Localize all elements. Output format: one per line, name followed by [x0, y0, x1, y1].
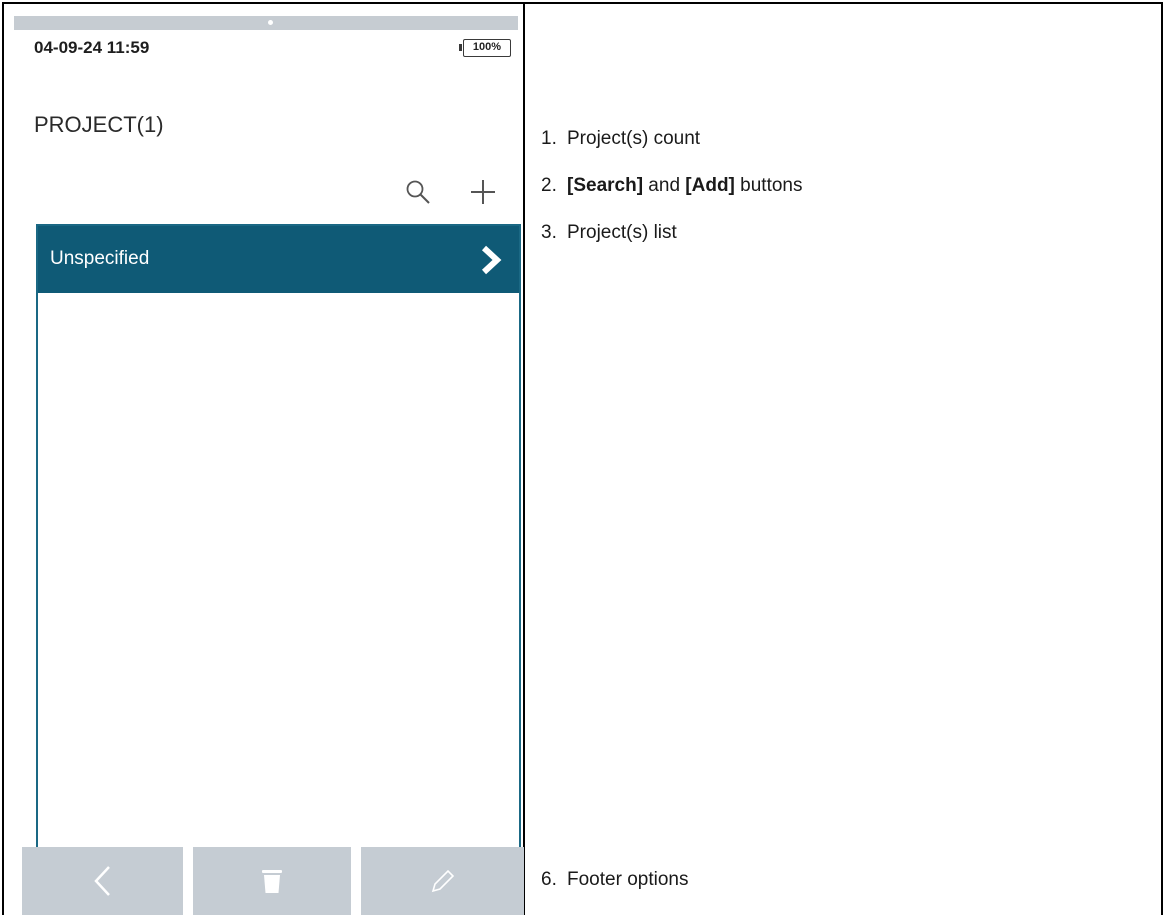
- list-item[interactable]: Unspecified: [38, 226, 519, 293]
- note-project-count: 1. Project(s) count: [541, 128, 701, 149]
- chevron-right-icon: [481, 245, 502, 275]
- edit-button[interactable]: [361, 847, 524, 915]
- note-project-list: 3. Project(s) list: [541, 222, 677, 243]
- device-screenshot: 04-09-24 11:59 100% PROJECT(1) Unspecifi…: [12, 16, 521, 915]
- notification-pull-bar[interactable]: [14, 16, 518, 30]
- project-list: Unspecified: [36, 224, 521, 858]
- add-button[interactable]: [467, 176, 499, 208]
- trash-icon: [262, 870, 282, 893]
- chevron-left-icon: [93, 866, 110, 896]
- status-time: 04-09-24 11:59: [34, 38, 150, 57]
- plus-icon: [471, 180, 495, 204]
- table-column-divider: [523, 2, 525, 915]
- search-icon: [406, 180, 430, 204]
- battery-indicator: 100%: [459, 39, 511, 57]
- annotation-list: 1. Project(s) count 2. [Search] and [Add] …: [541, 0, 1151, 915]
- delete-button[interactable]: [193, 847, 351, 915]
- footer-bar: [22, 847, 524, 915]
- pencil-icon: [431, 869, 454, 893]
- note-search-add: 2. [Search] and [Add] buttons: [541, 175, 803, 196]
- pull-handle-icon: [268, 20, 273, 25]
- search-button[interactable]: [404, 178, 434, 208]
- note-footer-options: 6. Footer options: [541, 869, 689, 890]
- list-item-label: Unspecified: [50, 248, 150, 269]
- back-button[interactable]: [22, 847, 183, 915]
- page-title: PROJECT(1): [34, 112, 164, 137]
